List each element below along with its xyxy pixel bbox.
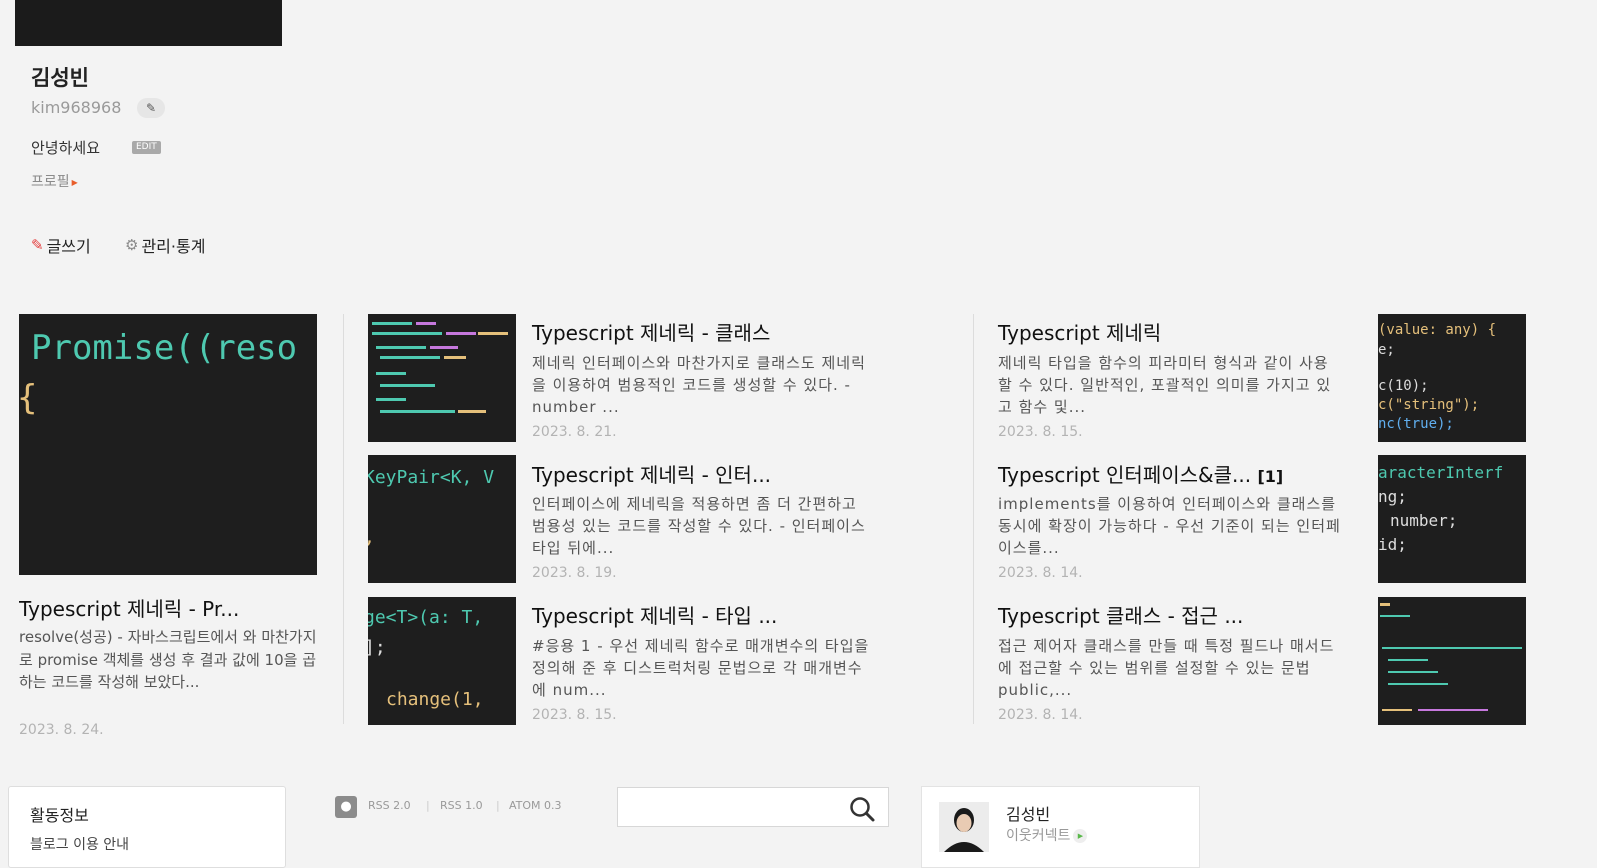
featured-post-excerpt: resolve(성공) - 자바스크립트에서 와 마찬가지로 promise 객… <box>19 628 317 691</box>
profile-link-label: 프로필 <box>31 174 70 190</box>
activity-info-title: 활동정보 <box>30 806 89 825</box>
profile-link[interactable]: 프로필 ▶ <box>31 171 78 191</box>
edit-profile-button[interactable]: ✎ <box>137 98 165 118</box>
separator: | <box>426 799 430 812</box>
post-excerpt: 제네릭 타입을 함수의 피라미터 형식과 같이 사용할 수 있다. 일반적인, … <box>998 354 1332 416</box>
thumb-code-line: KeyPair<K, V <box>368 467 495 488</box>
post-excerpt: implements를 이용하여 인터페이스와 클래스를 동시에 확장이 가능하… <box>998 495 1341 557</box>
thumb-code-line: ge<T>(a: T, <box>368 607 484 628</box>
post-title[interactable]: Typescript 제네릭 - 타입 ... <box>532 600 777 629</box>
post-thumbnail[interactable]: (value: any) { e; c(10); c("string"); nc… <box>1378 314 1526 442</box>
post-thumbnail[interactable]: ge<T>(a: T, ]; change(1, <box>368 597 516 725</box>
pencil-icon: ✎ <box>31 236 44 254</box>
avatar-image <box>939 802 989 852</box>
activity-info-panel <box>8 786 286 868</box>
post-excerpt: 인터페이스에 제네릭을 적용하면 좀 더 간편하고 범용성 있는 코드를 작성할… <box>532 495 866 557</box>
atom-link[interactable]: ATOM 0.3 <box>509 799 562 812</box>
post-thumbnail[interactable] <box>1378 597 1526 725</box>
column-divider <box>343 314 344 724</box>
post-title[interactable]: Typescript 제네릭 <box>998 317 1161 346</box>
thumb-code-line: id; <box>1378 535 1407 554</box>
write-post-label: 글쓰기 <box>46 237 91 256</box>
separator: | <box>496 799 500 812</box>
featured-post-date: 2023. 8. 24. <box>19 722 104 738</box>
gear-icon: ⚙ <box>125 236 139 254</box>
manage-stats-link[interactable]: ⚙ 관리·통계 <box>125 233 205 257</box>
thumb-code-line: c("string"); <box>1378 397 1480 413</box>
post-excerpt: #응용 1 - 우선 제네릭 함수로 매개변수의 타입을 정의해 준 후 디스트… <box>532 637 870 699</box>
post-excerpt: 접근 제어자 클래스를 만들 때 특정 필드나 매서드에 접근할 수 있는 범위… <box>998 637 1335 699</box>
featured-post-title[interactable]: Typescript 제네릭 - Pr... <box>19 593 319 622</box>
search-icon <box>850 797 875 822</box>
arrow-right-icon: ▶ <box>1073 829 1088 843</box>
post-excerpt: 제네릭 인터페이스와 마찬가지로 클래스도 제네릭을 이용하여 범용적인 코드를… <box>532 354 866 416</box>
post-title-text: Typescript 인터페이스&클... <box>998 463 1252 487</box>
profile-greeting: 안녕하세요 <box>31 139 101 157</box>
thumb-code-line: aracterInterf <box>1378 463 1504 482</box>
post-date: 2023. 8. 14. <box>998 565 1083 581</box>
rss1-link[interactable]: RSS 1.0 <box>440 799 483 812</box>
post-thumbnail[interactable]: aracterInterf ng; number; id; <box>1378 455 1526 583</box>
neighbor-connect-label: 이웃커넥트 <box>1006 828 1071 844</box>
post-thumbnail[interactable] <box>368 314 516 442</box>
thumb-code-line: ]; <box>368 637 386 658</box>
thumb-code-line: e; <box>1378 342 1395 358</box>
featured-thumb-brace: { <box>19 378 38 418</box>
comment-count: [1] <box>1257 467 1284 486</box>
neighbor-connect-link[interactable]: 이웃커넥트 ▶ <box>1006 825 1088 845</box>
thumb-code-line: c(10); <box>1378 378 1429 394</box>
profile-user-id: kim968968 <box>31 98 122 117</box>
edit-greeting-button[interactable]: EDIT <box>132 141 161 154</box>
thumb-code-line: nc(true); <box>1378 416 1454 432</box>
thumb-code-line: change(1, <box>386 689 484 710</box>
thumb-code-line: ng; <box>1378 487 1407 506</box>
column-divider <box>973 314 974 724</box>
rss-icon: ● <box>335 796 357 818</box>
neighbor-name: 김성빈 <box>1006 805 1051 824</box>
post-title[interactable]: Typescript 제네릭 - 인터... <box>532 459 771 488</box>
featured-post-thumbnail[interactable]: Promise((reso { <box>19 314 317 575</box>
post-date: 2023. 8. 19. <box>532 565 617 581</box>
arrow-right-icon: ▶ <box>71 177 78 187</box>
blog-guide-link[interactable]: 블로그 이용 안내 <box>30 834 129 854</box>
post-thumbnail[interactable]: KeyPair<K, V , <box>368 455 516 583</box>
code-thumbnail-graphic <box>1380 603 1522 711</box>
thumb-code-line: , <box>368 527 375 548</box>
search-button[interactable] <box>848 795 876 823</box>
post-date: 2023. 8. 15. <box>532 707 617 723</box>
post-date: 2023. 8. 14. <box>998 707 1083 723</box>
featured-thumb-code: Promise((reso <box>31 328 298 368</box>
write-post-link[interactable]: ✎ 글쓰기 <box>31 233 91 257</box>
manage-stats-label: 관리·통계 <box>141 237 206 256</box>
thumb-code-line: (value: any) { <box>1378 322 1497 338</box>
blog-banner <box>15 0 282 46</box>
post-date: 2023. 8. 15. <box>998 424 1083 440</box>
pencil-icon: ✎ <box>145 101 157 115</box>
post-title[interactable]: Typescript 클래스 - 접근 ... <box>998 600 1243 629</box>
post-title[interactable]: Typescript 제네릭 - 클래스 <box>532 317 770 346</box>
post-title[interactable]: Typescript 인터페이스&클... [1] <box>998 459 1283 488</box>
thumb-code-line: number; <box>1390 511 1458 530</box>
rss2-link[interactable]: RSS 2.0 <box>368 799 411 812</box>
avatar <box>939 802 989 852</box>
code-thumbnail-graphic <box>372 322 508 413</box>
profile-name: 김성빈 <box>31 66 89 90</box>
post-date: 2023. 8. 21. <box>532 424 617 440</box>
